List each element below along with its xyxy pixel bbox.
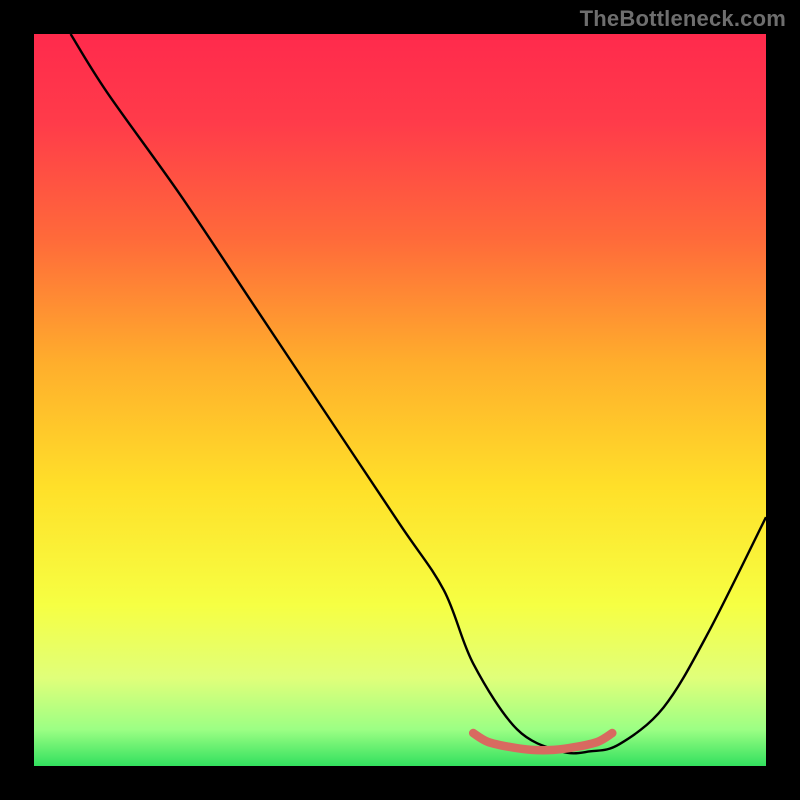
watermark-text: TheBottleneck.com: [580, 6, 786, 32]
plot-area: [34, 34, 766, 766]
background-gradient: [34, 34, 766, 766]
chart-frame: TheBottleneck.com: [0, 0, 800, 800]
